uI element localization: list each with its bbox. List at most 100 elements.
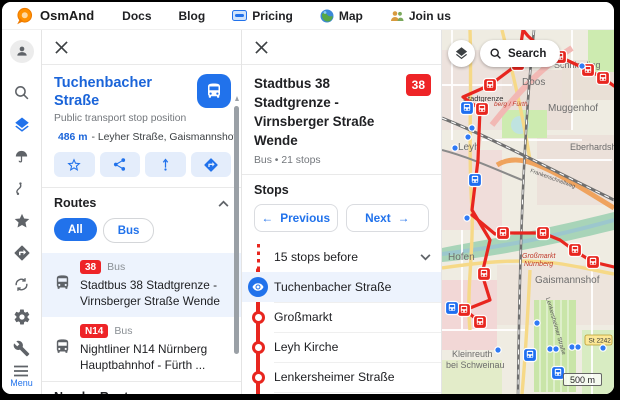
- chevron-down-icon: [218, 394, 229, 395]
- directions-button[interactable]: [191, 152, 232, 177]
- route-name: Nightliner N14 Nürnberg Hauptbahnhof - F…: [80, 341, 233, 373]
- nearby-routes-header[interactable]: Nearby Routes: [42, 382, 241, 394]
- route-name: Stadtbus 38 Stadtgrenze - Virnsberger St…: [80, 277, 233, 309]
- filter-bus[interactable]: Bus: [103, 218, 155, 243]
- people-icon: [390, 10, 404, 22]
- route-filters: All Bus: [42, 216, 241, 253]
- stop-row-current[interactable]: Tuchenbacher Straße: [242, 272, 441, 302]
- stop-row[interactable]: Großmarkt: [242, 302, 441, 332]
- stop-actions: [42, 149, 241, 187]
- map-label-hofen: Hofen: [448, 252, 475, 263]
- menu-button[interactable]: Menu: [10, 365, 33, 388]
- close-icon[interactable]: [55, 41, 68, 54]
- current-stop-marker: [248, 277, 268, 297]
- map-layers-button[interactable]: [448, 40, 475, 67]
- nav-link-blog[interactable]: Blog: [179, 9, 206, 23]
- directions-icon: [13, 244, 31, 262]
- search-icon: [489, 47, 502, 60]
- osmand-brand[interactable]: OsmAnd: [15, 7, 94, 25]
- panel-scrollbar[interactable]: [234, 106, 239, 354]
- map-search-button[interactable]: Search: [480, 40, 560, 67]
- close-icon[interactable]: [255, 41, 268, 54]
- route-item-n14[interactable]: N14Bus Nightliner N14 Nürnberg Hauptbahn…: [42, 317, 241, 381]
- route-title: Stadtbus 38 Stadtgrenze - Virnsberger St…: [254, 74, 404, 150]
- stops-header: Stops: [242, 175, 441, 204]
- search-icon: [13, 84, 30, 101]
- nav-link-docs[interactable]: Docs: [122, 9, 151, 23]
- map-label-fuerth: berg / Fürth: [494, 101, 528, 108]
- map-scale: 500 m: [563, 373, 602, 386]
- sync-icon: [13, 276, 30, 293]
- wrench-icon: [13, 340, 30, 357]
- filter-all[interactable]: All: [54, 218, 97, 241]
- chevron-down-icon: [420, 254, 431, 261]
- measure-button[interactable]: [145, 152, 186, 177]
- pricing-icon: [232, 10, 247, 21]
- route-badge: 38: [80, 260, 101, 274]
- chevron-up-icon: [218, 200, 229, 207]
- search-label: Search: [508, 48, 546, 60]
- account-button[interactable]: [10, 40, 34, 63]
- routes-button[interactable]: [12, 179, 32, 198]
- stops-list: 15 stops before Tuchenbacher Straße Groß…: [242, 242, 441, 394]
- nav-link-pricing[interactable]: Pricing: [232, 9, 293, 23]
- arrow-left-icon: ←: [261, 211, 273, 225]
- previous-label: Previous: [280, 211, 330, 225]
- next-label: Next: [365, 211, 391, 225]
- stop-title: Tuchenbacher Straße: [54, 74, 197, 110]
- layers-button-active[interactable]: [12, 115, 32, 134]
- stop-row[interactable]: Lenkersheimer Straße: [242, 362, 441, 392]
- star-icon: [13, 212, 31, 230]
- osmand-logo-icon: [15, 7, 33, 25]
- share-button[interactable]: [100, 152, 141, 177]
- map-label-grossmarkt-2: Nürnberg: [524, 261, 553, 268]
- stop-name: Großmarkt: [274, 302, 441, 333]
- routes-section-header[interactable]: Routes: [42, 188, 241, 216]
- stop-name: Lenkersheimer Straße: [274, 362, 441, 393]
- stop-details-panel: Tuchenbacher Straße Public transport sto…: [42, 30, 242, 394]
- gear-icon: [13, 308, 31, 326]
- navigation-button[interactable]: [12, 243, 32, 262]
- arrow-right-icon: →: [398, 211, 410, 225]
- brand-name: OsmAnd: [40, 8, 94, 23]
- distance-value: 486 m: [58, 132, 87, 143]
- settings-button[interactable]: [12, 307, 32, 326]
- favorites-button[interactable]: [12, 211, 32, 230]
- favorite-button[interactable]: [54, 152, 95, 177]
- stops-before-toggle[interactable]: 15 stops before: [242, 242, 441, 272]
- sync-button[interactable]: [12, 275, 32, 294]
- next-button[interactable]: Next →: [346, 204, 430, 232]
- route-details-panel: Stadtbus 38 Stadtgrenze - Virnsberger St…: [242, 30, 442, 394]
- stop-subtitle: Public transport stop position: [54, 113, 197, 124]
- search-button[interactable]: [12, 83, 32, 102]
- nav-link-map[interactable]: Map: [320, 9, 363, 23]
- map-canvas[interactable]: Stadtgrenze Doos Schniegling Muggenhof L…: [442, 30, 614, 394]
- distance-target: - Leyher Straße, Gaismannshof: [91, 132, 236, 143]
- map-label-grossmarkt: Großmarkt: [522, 253, 557, 260]
- umbrella-icon: [13, 148, 30, 165]
- bus-icon: [54, 274, 71, 291]
- hamburger-icon: [13, 365, 29, 377]
- scrollbar-arrow[interactable]: [235, 96, 239, 101]
- stop-row[interactable]: Flachslander Straße: [242, 392, 441, 394]
- straight-line-icon: [158, 157, 173, 172]
- stop-marker: [252, 311, 265, 324]
- directions-diamond-icon: [203, 157, 219, 173]
- routes-header-label: Routes: [54, 196, 96, 210]
- distance-row: 486 m - Leyher Straße, Gaismannshof: [42, 128, 241, 149]
- nav-link-join-us[interactable]: Join us: [390, 9, 451, 23]
- map-render: Stadtgrenze Doos Schniegling Muggenhof L…: [442, 30, 614, 394]
- nearby-header-label: Nearby Routes: [54, 390, 142, 394]
- bus-icon: [54, 338, 71, 355]
- plugins-button[interactable]: [12, 339, 32, 358]
- route-item-38[interactable]: 38 Bus Stadtbus 38 Stadtgrenze - Virnsber…: [42, 253, 241, 317]
- route-type: Bus: [107, 261, 125, 273]
- stop-row[interactable]: Leyh Kirche: [242, 332, 441, 362]
- weather-button[interactable]: [12, 147, 32, 166]
- map-label-leyh: Leyh: [458, 142, 480, 153]
- transport-type-button[interactable]: [197, 74, 231, 108]
- previous-button[interactable]: ← Previous: [254, 204, 338, 232]
- map-label-muggenhof: Muggenhof: [548, 103, 598, 114]
- map-label-doos: Doos: [522, 77, 545, 88]
- globe-icon: [320, 9, 334, 23]
